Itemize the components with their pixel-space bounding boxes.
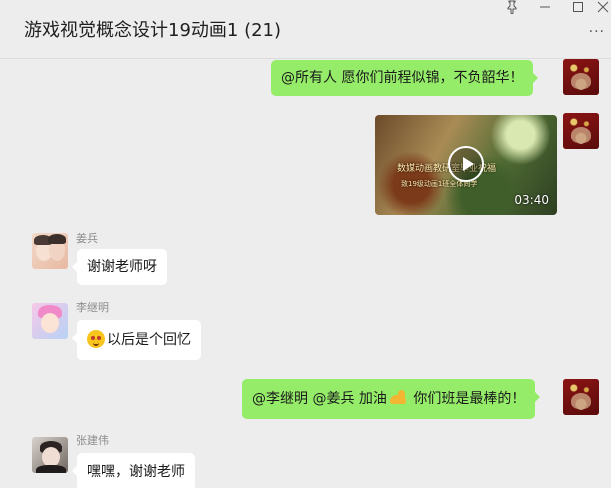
message-text: 以后是个回忆 <box>107 332 191 348</box>
more-options-button[interactable]: ··· <box>589 24 605 40</box>
avatar[interactable] <box>32 303 68 339</box>
sender-name: 姜兵 <box>76 232 98 245</box>
avatar[interactable] <box>563 379 599 415</box>
message-bubble[interactable]: 谢谢老师呀 <box>72 249 167 285</box>
avatar[interactable] <box>563 113 599 149</box>
avatar[interactable] <box>32 437 68 473</box>
message-text-start: @李继明 @姜兵 加油 <box>252 391 387 407</box>
message-bubble[interactable]: @李继明 @姜兵 加油 你们班是最棒的！ <box>242 379 541 419</box>
message-text: 谢谢老师呀 <box>87 259 157 275</box>
message-text: @所有人 愿你们前程似锦，不负韶华！ <box>281 70 524 86</box>
message-bubble[interactable]: 嘿嘿，谢谢老师 <box>72 453 195 488</box>
message-text: 嘿嘿，谢谢老师 <box>87 464 185 480</box>
chat-title: 游戏视觉概念设计19动画1 (21) <box>24 20 282 41</box>
chat-header: 游戏视觉概念设计19动画1 (21) ··· <box>0 0 611 59</box>
flexed-biceps-icon <box>389 390 407 406</box>
video-message[interactable]: 数媒动画教研室毕业祝福 致19级动画1班全体同学 03:40 <box>375 115 557 215</box>
minimize-icon[interactable] <box>535 0 555 16</box>
sender-name: 张建伟 <box>76 434 109 447</box>
maximize-icon[interactable] <box>568 0 588 16</box>
message-bubble[interactable]: @所有人 愿你们前程似锦，不负韶华！ <box>271 60 539 96</box>
close-icon[interactable] <box>594 0 611 16</box>
avatar[interactable] <box>563 59 599 95</box>
sender-name: 李继明 <box>76 301 109 314</box>
video-duration: 03:40 <box>514 193 549 207</box>
message-bubble[interactable]: 以后是个回忆 <box>72 320 201 360</box>
message-text-end: 你们班是最棒的！ <box>408 391 526 407</box>
play-icon[interactable] <box>448 146 484 182</box>
smiling-face-icon <box>87 330 105 348</box>
avatar[interactable] <box>32 233 68 269</box>
pin-icon[interactable] <box>502 0 522 16</box>
message-list[interactable]: @所有人 愿你们前程似锦，不负韶华！ 数媒动画教研室毕业祝福 致19级动画1班全… <box>0 59 611 488</box>
